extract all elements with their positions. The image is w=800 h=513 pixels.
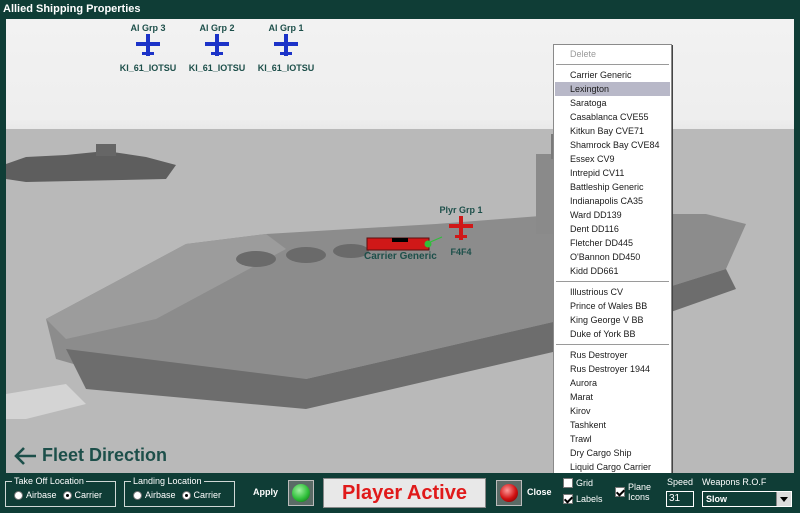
menu-item-ship[interactable]: O'Bannon DD450 xyxy=(555,250,670,264)
carrier-label: Carrier Generic xyxy=(364,251,437,262)
group-aircraft-type: KI_61_IOTSU xyxy=(257,63,315,73)
red-light-icon xyxy=(500,484,518,502)
menu-item-ship[interactable]: Dent DD116 xyxy=(555,222,670,236)
menu-item-ship[interactable]: Rus Destroyer 1944 xyxy=(555,362,670,376)
menu-item-ship[interactable]: Ward DD139 xyxy=(555,208,670,222)
menu-item-ship[interactable]: King George V BB xyxy=(555,313,670,327)
red-plane-icon xyxy=(449,216,473,240)
landing-airbase-radio[interactable]: Airbase xyxy=(133,490,176,500)
close-label: Close xyxy=(527,487,552,497)
menu-item-ship[interactable]: Kidd DD661 xyxy=(555,264,670,278)
group-aircraft-type: KI_61_IOTSU xyxy=(188,63,246,73)
map-viewport[interactable]: Al Grp 3 KI_61_IOTSU Al Grp 2 KI_61_IOTS… xyxy=(6,19,794,473)
grid-checkbox[interactable]: Grid xyxy=(563,478,593,488)
menu-item-ship[interactable]: Saratoga xyxy=(555,96,670,110)
menu-item-ship[interactable]: Illustrious CV xyxy=(555,285,670,299)
speed-input[interactable]: 31 xyxy=(666,491,694,507)
landing-location-group: Landing Location Airbase Carrier xyxy=(124,476,235,507)
plane-icons-checkbox[interactable]: Plane Icons xyxy=(615,482,651,502)
fleet-direction-label: Fleet Direction xyxy=(42,445,168,465)
bottom-toolbar: Take Off Location Airbase Carrier Landin… xyxy=(0,473,800,513)
menu-item-ship[interactable]: Intrepid CV11 xyxy=(555,166,670,180)
menu-item-ship[interactable]: Carrier Generic xyxy=(555,68,670,82)
apply-label: Apply xyxy=(253,487,279,497)
menu-item-ship[interactable]: Dry Cargo Ship xyxy=(555,446,670,460)
menu-item-ship[interactable]: Prince of Wales BB xyxy=(555,299,670,313)
landing-location-legend: Landing Location xyxy=(131,476,204,486)
group-label: Al Grp 1 xyxy=(268,23,304,33)
takeoff-carrier-radio[interactable]: Carrier xyxy=(62,490,102,500)
speed-label: Speed xyxy=(667,477,694,487)
chevron-down-icon xyxy=(776,492,791,506)
menu-item-ship[interactable]: Casablanca CVE55 xyxy=(555,110,670,124)
menu-item-ship[interactable]: Kirov xyxy=(555,404,670,418)
ship-context-menu[interactable]: Delete Carrier Generic Lexington Saratoga C… xyxy=(553,44,672,478)
fleet-direction: Fleet Direction xyxy=(14,445,167,466)
rof-value: Slow xyxy=(706,494,728,504)
group-aircraft-type: KI_61_IOTSU xyxy=(119,63,177,73)
menu-item-ship[interactable]: Battleship Generic xyxy=(555,180,670,194)
menu-separator xyxy=(556,344,669,345)
menu-item-ship[interactable]: Rus Destroyer xyxy=(555,348,670,362)
takeoff-location-group: Take Off Location Airbase Carrier xyxy=(5,476,116,507)
takeoff-location-legend: Take Off Location xyxy=(12,476,86,486)
menu-item-ship[interactable]: Duke of York BB xyxy=(555,327,670,341)
blue-plane-icon xyxy=(136,34,160,56)
player-group-label: Plyr Grp 1 xyxy=(439,205,483,215)
window-title: Allied Shipping Properties xyxy=(0,0,800,18)
takeoff-airbase-radio[interactable]: Airbase xyxy=(14,490,57,500)
menu-item-ship[interactable]: Indianapolis CA35 xyxy=(555,194,670,208)
group-al-grp-1[interactable]: Al Grp 1 KI_61_IOTSU xyxy=(246,23,326,73)
group-al-grp-2[interactable]: Al Grp 2 KI_61_IOTSU xyxy=(177,23,257,73)
menu-item-ship[interactable]: Trawl xyxy=(555,432,670,446)
group-label: Al Grp 2 xyxy=(199,23,235,33)
menu-item-ship[interactable]: Aurora xyxy=(555,376,670,390)
group-al-grp-3[interactable]: Al Grp 3 KI_61_IOTSU xyxy=(108,23,188,73)
labels-checkbox[interactable]: Labels xyxy=(563,494,603,504)
blue-plane-icon xyxy=(205,34,229,56)
menu-separator xyxy=(556,64,669,65)
menu-item-ship[interactable]: Lexington xyxy=(555,82,670,96)
close-button[interactable] xyxy=(496,480,522,506)
menu-item-ship[interactable]: Marat xyxy=(555,390,670,404)
menu-separator xyxy=(556,281,669,282)
green-light-icon xyxy=(292,484,310,502)
blue-plane-icon xyxy=(274,34,298,56)
menu-item-ship[interactable]: Tashkent xyxy=(555,418,670,432)
group-label: Al Grp 3 xyxy=(130,23,166,33)
menu-item-ship[interactable]: Shamrock Bay CVE84 xyxy=(555,138,670,152)
menu-item-ship[interactable]: Essex CV9 xyxy=(555,152,670,166)
rof-label: Weapons R.O.F xyxy=(702,477,767,487)
menu-item-ship[interactable]: Fletcher DD445 xyxy=(555,236,670,250)
apply-button[interactable] xyxy=(288,480,314,506)
menu-item-ship[interactable]: Kitkun Bay CVE71 xyxy=(555,124,670,138)
arrow-left-icon xyxy=(14,446,36,465)
player-status: Player Active xyxy=(323,478,486,508)
menu-item-delete[interactable]: Delete xyxy=(555,47,670,61)
rof-select[interactable]: Slow xyxy=(702,491,792,507)
landing-carrier-radio[interactable]: Carrier xyxy=(181,490,221,500)
menu-item-ship[interactable]: Liquid Cargo Carrier xyxy=(555,460,670,474)
